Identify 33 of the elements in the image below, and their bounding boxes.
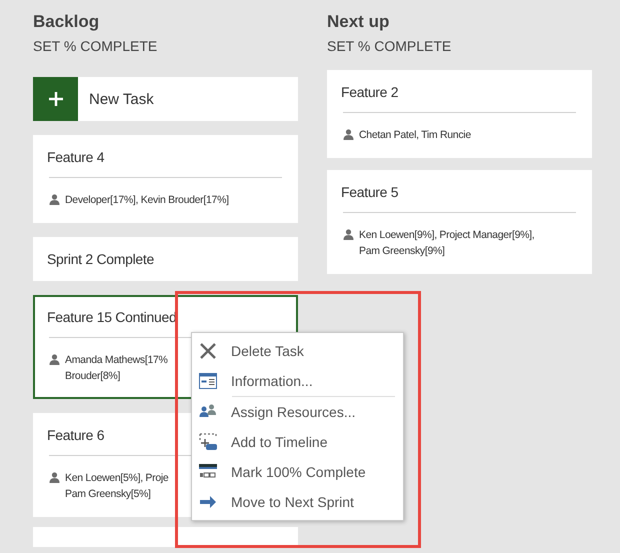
card-title: Feature 5 (341, 184, 398, 202)
resource-names: Pam Greensky[5%] (65, 487, 152, 502)
resource-names: Brouder[8%] (65, 369, 122, 384)
resource-names: Pam Greensky[9%] (359, 244, 446, 259)
person-icon (343, 129, 354, 140)
card-title: Feature 4 (47, 149, 104, 167)
task-card[interactable]: Feature 2 Chetan Patel, Tim Runcie (327, 70, 592, 158)
resource-names: Developer[17%], Kevin Brouder[17%] (65, 193, 229, 208)
person-icon (343, 229, 354, 240)
resource-names: Ken Loewen[9%], Project Manager[9%], (359, 228, 534, 243)
new-task-button[interactable]: New Task (33, 77, 298, 121)
set-complete-link[interactable]: SET % COMPLETE (33, 38, 298, 58)
task-card[interactable] (33, 527, 298, 547)
task-card[interactable]: Feature 5 Ken Loewen[9%], Project Manager[9%], Pam Greensky[9%] (327, 170, 592, 274)
column-title: Backlog (33, 12, 100, 33)
person-icon (49, 194, 60, 205)
form-icon (199, 372, 217, 390)
resource-names: Amanda Mathews[17% (65, 353, 168, 368)
person-icon (49, 472, 60, 483)
set-complete-link[interactable]: SET % COMPLETE (327, 38, 592, 58)
resource-names: Chetan Patel, Tim Runcie (359, 128, 471, 143)
card-title: Feature 6 (47, 427, 104, 445)
task-card[interactable]: Sprint 2 Complete (33, 237, 298, 281)
resource-names: Ken Loewen[5%], Proje (65, 471, 168, 486)
person-icon (49, 354, 60, 365)
task-card[interactable]: Feature 4 Developer[17%], Kevin Brouder[17%] (33, 135, 298, 223)
arrow-right-icon (199, 493, 217, 511)
close-icon (199, 342, 217, 360)
timeline-add-icon (199, 433, 217, 451)
plus-icon (48, 92, 62, 106)
card-title: Sprint 2 Complete (47, 251, 154, 269)
column-title: Next up (327, 12, 390, 33)
card-title: Feature 2 (341, 84, 398, 102)
